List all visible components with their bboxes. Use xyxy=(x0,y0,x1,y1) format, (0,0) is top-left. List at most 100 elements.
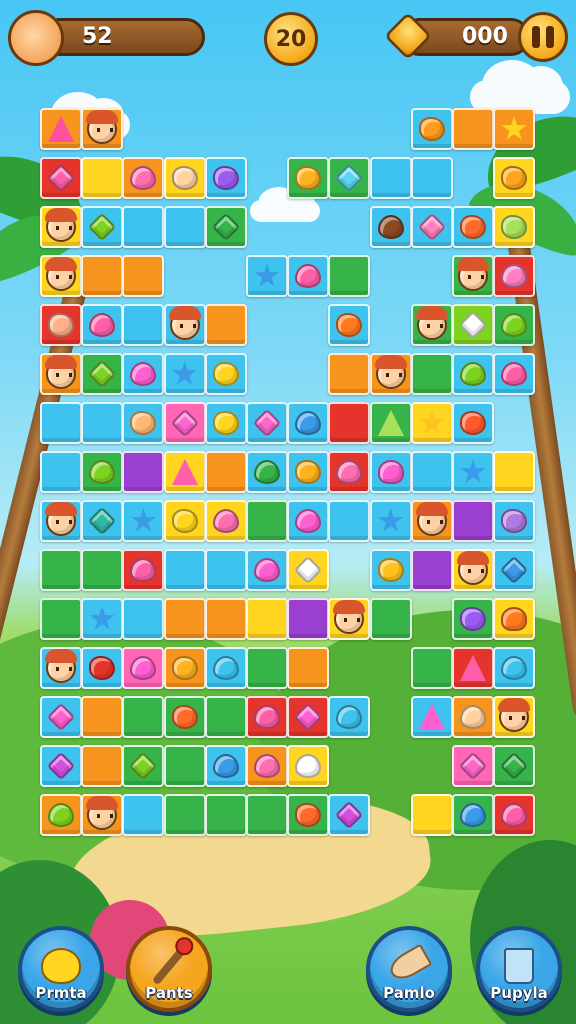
board-tile[interactable] xyxy=(122,206,165,248)
board-tile[interactable] xyxy=(493,500,536,542)
board-tile[interactable] xyxy=(122,402,165,444)
board-tile[interactable] xyxy=(163,353,206,395)
board-tile[interactable] xyxy=(452,206,494,248)
board-tile[interactable] xyxy=(452,696,494,738)
board-tile[interactable] xyxy=(40,745,82,787)
board-tile[interactable] xyxy=(287,745,330,787)
board-tile[interactable] xyxy=(493,157,536,199)
board-tile[interactable] xyxy=(410,451,453,493)
board-tile[interactable] xyxy=(452,304,494,346)
board-tile[interactable] xyxy=(369,353,412,395)
board-tile[interactable] xyxy=(40,255,82,297)
board-tile[interactable] xyxy=(369,157,412,199)
board-tile[interactable] xyxy=(81,353,124,395)
board-tile[interactable] xyxy=(452,598,494,640)
board-tile[interactable] xyxy=(369,549,412,591)
board-tile[interactable] xyxy=(493,696,536,738)
board-tile[interactable] xyxy=(410,402,453,444)
board-tile[interactable] xyxy=(163,794,206,836)
board-tile[interactable] xyxy=(40,794,82,836)
board-tile[interactable] xyxy=(287,647,330,689)
board-tile[interactable] xyxy=(40,206,82,248)
board-tile[interactable] xyxy=(246,402,288,444)
board-tile[interactable] xyxy=(452,549,494,591)
board-tile[interactable] xyxy=(122,647,165,689)
board-tile[interactable] xyxy=(163,696,206,738)
board-tile[interactable] xyxy=(40,402,82,444)
board-tile[interactable] xyxy=(493,794,536,836)
board-tile[interactable] xyxy=(163,157,206,199)
board-tile[interactable] xyxy=(246,500,288,542)
board-tile[interactable] xyxy=(328,598,371,640)
board-tile[interactable] xyxy=(122,745,165,787)
board-tile[interactable] xyxy=(493,598,536,640)
booster-button-pamlo[interactable]: Pamlo xyxy=(366,926,452,1012)
board-tile[interactable] xyxy=(204,696,247,738)
board-tile[interactable] xyxy=(246,647,288,689)
board-tile[interactable] xyxy=(122,794,165,836)
board-tile[interactable] xyxy=(287,598,330,640)
board-tile[interactable] xyxy=(40,108,82,150)
board-tile[interactable] xyxy=(40,304,82,346)
board-tile[interactable] xyxy=(204,647,247,689)
board-tile[interactable] xyxy=(40,353,82,395)
board-tile[interactable] xyxy=(163,304,206,346)
board-tile[interactable] xyxy=(204,304,247,346)
board-tile[interactable] xyxy=(410,157,453,199)
board-tile[interactable] xyxy=(204,794,247,836)
board-tile[interactable] xyxy=(493,108,536,150)
board-tile[interactable] xyxy=(287,794,330,836)
board-tile[interactable] xyxy=(452,255,494,297)
board-tile[interactable] xyxy=(493,304,536,346)
board-tile[interactable] xyxy=(287,255,330,297)
board-tile[interactable] xyxy=(122,696,165,738)
board-tile[interactable] xyxy=(493,451,536,493)
booster-button-prmta[interactable]: Prmta xyxy=(18,926,104,1012)
board-tile[interactable] xyxy=(163,402,206,444)
board-tile[interactable] xyxy=(81,598,124,640)
board-tile[interactable] xyxy=(328,353,371,395)
board-tile[interactable] xyxy=(81,745,124,787)
board-tile[interactable] xyxy=(287,696,330,738)
board-tile[interactable] xyxy=(287,157,330,199)
board-tile[interactable] xyxy=(40,598,82,640)
board-tile[interactable] xyxy=(163,451,206,493)
board-tile[interactable] xyxy=(369,500,412,542)
board-tile[interactable] xyxy=(81,304,124,346)
board-tile[interactable] xyxy=(122,500,165,542)
board-tile[interactable] xyxy=(122,598,165,640)
board-tile[interactable] xyxy=(163,549,206,591)
board-tile[interactable] xyxy=(452,402,494,444)
board-tile[interactable] xyxy=(287,451,330,493)
board-tile[interactable] xyxy=(81,451,124,493)
board-tile[interactable] xyxy=(452,745,494,787)
board-tile[interactable] xyxy=(204,745,247,787)
board-tile[interactable] xyxy=(452,500,494,542)
board-tile[interactable] xyxy=(493,647,536,689)
board-tile[interactable] xyxy=(81,500,124,542)
board-tile[interactable] xyxy=(410,794,453,836)
board-tile[interactable] xyxy=(204,500,247,542)
board-tile[interactable] xyxy=(410,696,453,738)
board-tile[interactable] xyxy=(246,255,288,297)
board-tile[interactable] xyxy=(493,206,536,248)
board-tile[interactable] xyxy=(410,647,453,689)
board-tile[interactable] xyxy=(328,696,371,738)
board-tile[interactable] xyxy=(204,598,247,640)
board-tile[interactable] xyxy=(163,745,206,787)
board-tile[interactable] xyxy=(81,402,124,444)
board-tile[interactable] xyxy=(204,451,247,493)
board-tile[interactable] xyxy=(493,353,536,395)
board-tile[interactable] xyxy=(204,402,247,444)
board-tile[interactable] xyxy=(122,451,165,493)
board-tile[interactable] xyxy=(410,500,453,542)
board-tile[interactable] xyxy=(369,206,412,248)
board-tile[interactable] xyxy=(40,549,82,591)
board-tile[interactable] xyxy=(328,451,371,493)
board-tile[interactable] xyxy=(452,353,494,395)
board-tile[interactable] xyxy=(287,402,330,444)
board-tile[interactable] xyxy=(493,255,536,297)
board-tile[interactable] xyxy=(369,451,412,493)
board-tile[interactable] xyxy=(122,304,165,346)
board-tile[interactable] xyxy=(287,500,330,542)
